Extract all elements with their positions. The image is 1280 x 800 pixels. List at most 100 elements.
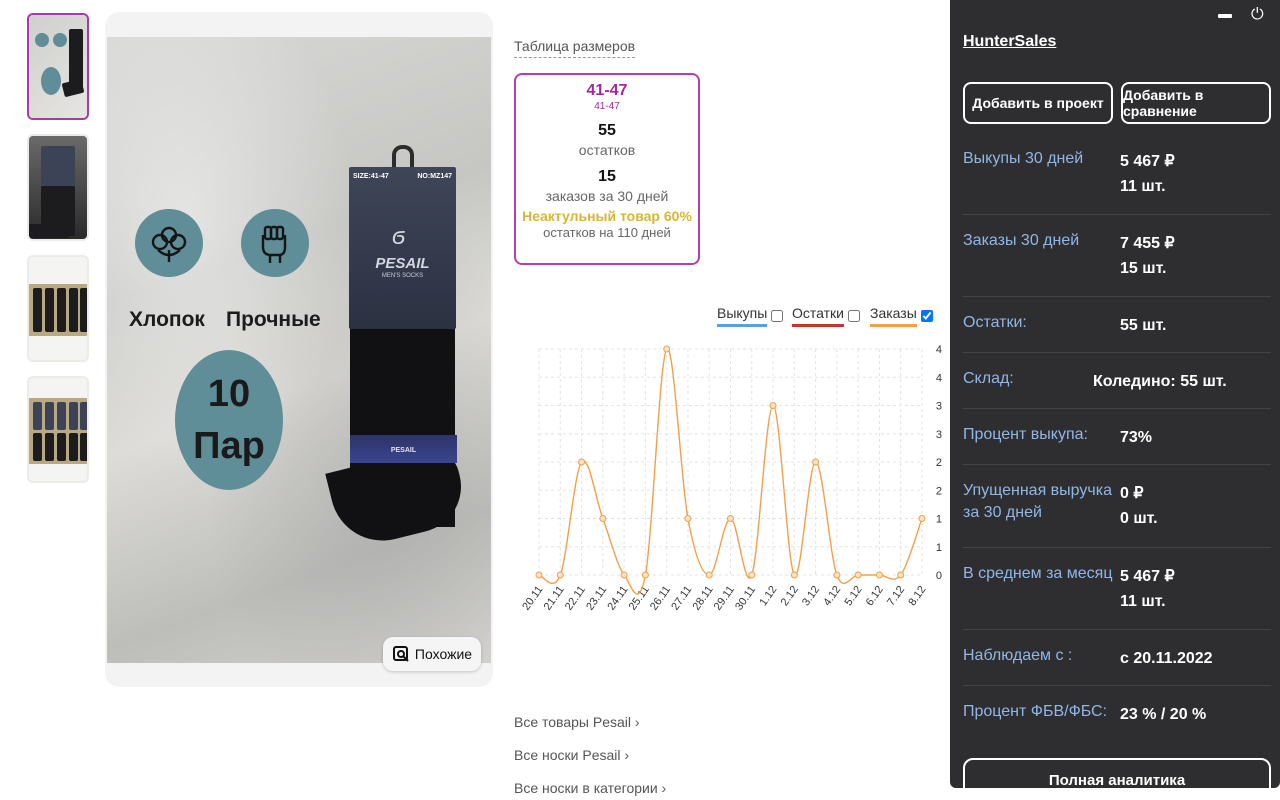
x-tick-label: 7.12 [885, 584, 907, 608]
stock-label: остатков [578, 142, 636, 158]
row-monthly-average: В среднем за месяц 5 467 ₽ 11 шт. [963, 563, 1271, 630]
row-key: В среднем за месяц [963, 565, 1113, 582]
thumbnail-4[interactable] [27, 376, 89, 483]
legend-checkbox-zakazy[interactable] [920, 310, 933, 322]
row-key: Процент выкупа: [963, 426, 1088, 443]
similar-button[interactable]: Похожие [383, 637, 481, 671]
y-tick-label: 4 [936, 344, 942, 356]
row-fbw-fbs: Процент ФБВ/ФБС: 23 % / 20 % [963, 701, 1271, 742]
x-tick-label: 5.12 [843, 584, 865, 608]
row-buyout-percent: Процент выкупа: 73% [963, 424, 1271, 465]
legend-label-vykupy: Выкупы [717, 305, 768, 327]
pairs-number: 10 [207, 373, 251, 415]
legend-item-vykupy[interactable]: Выкупы [717, 305, 784, 327]
row-val1: 5 467 ₽ [1120, 153, 1175, 170]
x-tick-label: 3.12 [800, 584, 822, 608]
data-point [663, 345, 671, 353]
y-tick-label: 1 [936, 514, 942, 526]
row-warehouse: Склад: Коледино: 55 шт. [963, 368, 1271, 409]
size-table-link[interactable]: Таблица размеров [514, 38, 636, 58]
row-orders: Заказы 30 дней 7 455 ₽ 15 шт. [963, 230, 1271, 297]
legend-item-ostatki[interactable]: Остатки [792, 305, 860, 327]
pack-size: SIZE:41-47 [353, 173, 389, 180]
panel-title[interactable]: HunterSales [963, 33, 1056, 51]
row-key: Выкупы 30 дней [963, 150, 1084, 167]
row-val1: 7 455 ₽ [1120, 235, 1175, 252]
data-point [727, 515, 734, 522]
data-point [833, 571, 841, 579]
x-tick-label: 28.11 [691, 584, 716, 613]
row-val1: 23 % / 20 % [1120, 706, 1207, 723]
minimize-icon[interactable] [1218, 14, 1232, 18]
row-key: Процент ФБВ/ФБС: [963, 703, 1108, 720]
row-key: Наблюдаем с : [963, 647, 1073, 664]
y-tick-label: 0 [936, 570, 942, 582]
stale-warning: Неактульный товар 60% [522, 208, 692, 224]
row-stock: Остатки: 55 шт. [963, 312, 1271, 353]
product-image[interactable]: Хлопок Прочные 10 Пар SIZE:41-47 NO:MZ14… [107, 37, 491, 663]
data-point [535, 571, 543, 579]
page: Хлопок Прочные 10 Пар SIZE:41-47 NO:MZ14… [0, 0, 1280, 800]
data-point [769, 402, 777, 409]
pairs-word: Пар [193, 425, 265, 467]
legend-label-ostatki: Остатки [792, 305, 844, 327]
x-tick-label: 23.11 [584, 584, 609, 613]
data-point [790, 571, 798, 579]
similar-search-icon [392, 646, 409, 662]
row-val1: 0 ₽ [1120, 485, 1144, 502]
row-val1: Коледино: 55 шт. [1093, 373, 1227, 390]
x-tick-label: 27.11 [669, 584, 694, 613]
data-point [897, 571, 905, 579]
y-tick-label: 4 [936, 372, 942, 384]
y-tick-label: 1 [936, 542, 942, 554]
row-lost-revenue: Упущенная выручка за 30 дней 0 ₽ 0 шт. [963, 480, 1271, 548]
stock-days-label: остатков на 110 дней [543, 225, 671, 240]
thumbnail-1[interactable] [27, 13, 89, 120]
row-val1: с 20.11.2022 [1120, 650, 1213, 667]
add-to-compare-button[interactable]: Добавить в сравнение [1121, 82, 1271, 124]
row-key: Остатки: [963, 314, 1027, 331]
legend-label-zakazy: Заказы [870, 305, 917, 327]
link-all-category-socks[interactable]: Все носки в категории › [514, 780, 666, 796]
thumbnail-2[interactable] [27, 134, 89, 241]
row-val2: 0 шт. [1120, 510, 1158, 527]
x-tick-label: 20.11 [520, 584, 545, 613]
legend-item-zakazy[interactable]: Заказы [870, 305, 933, 327]
hunter-sales-panel: ⏻ HunterSales Добавить в проект Добавить… [950, 0, 1280, 788]
data-point [918, 515, 926, 522]
feature-label-cotton: Хлопок [129, 308, 205, 331]
row-val1: 55 шт. [1120, 317, 1167, 334]
power-icon[interactable]: ⏻ [1251, 6, 1264, 24]
x-tick-label: 30.11 [733, 584, 758, 613]
legend-checkbox-ostatki[interactable] [847, 310, 860, 322]
x-tick-label: 29.11 [712, 584, 737, 613]
full-analytics-button[interactable]: Полная аналитика [963, 758, 1271, 788]
x-tick-label: 26.11 [648, 584, 673, 613]
size-card[interactable]: 41-47 41-47 55 остатков 15 заказов за 30… [514, 73, 700, 265]
row-observed-since: Наблюдаем с : с 20.11.2022 [963, 645, 1271, 686]
row-val2: 11 шт. [1120, 593, 1166, 610]
x-tick-label: 25.11 [627, 584, 652, 613]
row-val2: 11 шт. [1120, 178, 1166, 195]
x-tick-label: 1.12 [757, 584, 779, 608]
x-tick-label: 8.12 [906, 584, 928, 608]
legend-checkbox-vykupy[interactable] [771, 310, 784, 322]
pack-subtitle: MEN'S SOCKS [381, 273, 424, 279]
data-point [578, 458, 586, 466]
data-point [854, 571, 862, 579]
data-point [875, 571, 883, 579]
sock-band: PESAIL [350, 435, 457, 463]
feature-label-strong: Прочные [226, 308, 321, 331]
data-point [684, 515, 692, 522]
row-key: Заказы 30 дней [963, 232, 1080, 249]
link-all-brand-products[interactable]: Все товары Pesail › [514, 714, 640, 730]
data-point [620, 571, 628, 579]
link-all-brand-socks[interactable]: Все носки Pesail › [514, 747, 629, 763]
row-buyouts: Выкупы 30 дней 5 467 ₽ 11 шт. [963, 148, 1271, 215]
size-sub: 41-47 [594, 101, 620, 112]
add-to-project-button[interactable]: Добавить в проект [963, 82, 1113, 124]
data-point [812, 458, 820, 466]
thumbnail-3[interactable] [27, 255, 89, 362]
x-tick-label: 4.12 [821, 584, 843, 608]
data-point [556, 571, 564, 579]
